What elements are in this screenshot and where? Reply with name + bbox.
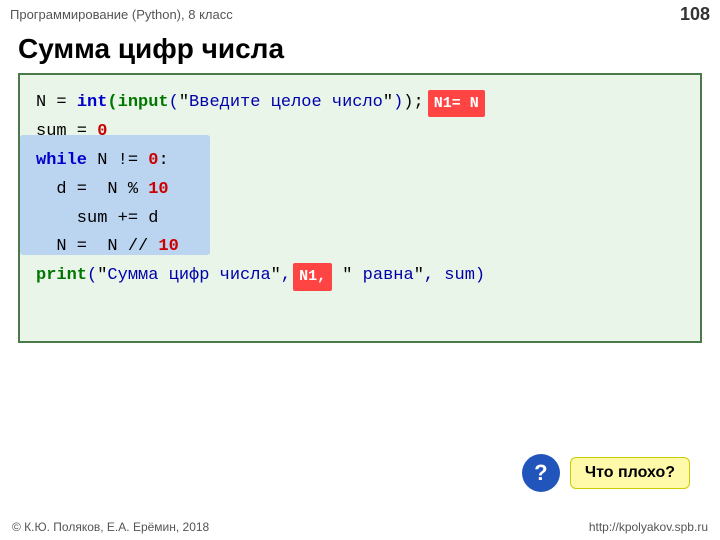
- code-int-kw: int: [77, 89, 108, 118]
- code-10-1: 10: [148, 176, 168, 205]
- code-print-kw: print: [36, 262, 87, 291]
- question-mark: ?: [534, 460, 547, 486]
- code-colon: :: [158, 147, 168, 176]
- code-line-2: sum = 0: [36, 118, 684, 147]
- code-zero: 0: [97, 118, 107, 147]
- top-bar: Программирование (Python), 8 класс 108: [0, 0, 720, 29]
- code-while-zero: 0: [148, 147, 158, 176]
- question-circle: ?: [522, 454, 560, 492]
- code-line-4: d = N % 10: [36, 176, 684, 205]
- code-close-paren: );: [403, 89, 423, 118]
- code-line-6: N = N // 10: [36, 233, 684, 262]
- code-input-func: (input: [107, 89, 168, 118]
- code-line-5: sum += d: [36, 205, 684, 234]
- code-block: N = int(input("Введите целое число"));N1…: [18, 73, 702, 343]
- code-while-kw: while: [36, 147, 87, 176]
- course-label: Программирование (Python), 8 класс: [10, 7, 233, 22]
- question-bubble: Что плохо?: [570, 457, 690, 489]
- code-line-7: print("Сумма цифр числа",N1, " равна", s…: [36, 262, 684, 291]
- code-10-2: 10: [158, 233, 178, 262]
- code-print-rest: " равна", sum): [332, 262, 485, 291]
- code-sum-assign: sum =: [36, 118, 97, 147]
- code-line-3: while N != 0:: [36, 147, 684, 176]
- code-d-assign: d = N %: [36, 176, 148, 205]
- page-title: Сумма цифр числа: [0, 29, 720, 73]
- code-line-1: N = int(input("Введите целое число"));N1…: [36, 89, 684, 118]
- n1-label-bottom: N1,: [293, 263, 332, 291]
- footer: © К.Ю. Поляков, Е.А. Ерёмин, 2018 http:/…: [0, 520, 720, 534]
- code-n-assign: N =: [36, 89, 77, 118]
- page-number: 108: [680, 4, 710, 25]
- code-print-str: ("Сумма цифр числа",: [87, 262, 291, 291]
- footer-left: © К.Ю. Поляков, Е.А. Ерёмин, 2018: [12, 520, 209, 534]
- n1-label-top: N1= N: [428, 90, 485, 118]
- code-input-str: ("Введите целое число"): [169, 89, 404, 118]
- question-area: ? Что плохо?: [522, 454, 690, 492]
- footer-right: http://kpolyakov.spb.ru: [589, 520, 708, 534]
- code-while-cond: N !=: [87, 147, 148, 176]
- code-n-floor: N = N //: [36, 233, 158, 262]
- question-text: Что плохо?: [585, 464, 675, 481]
- code-sum-plus: sum += d: [36, 205, 158, 234]
